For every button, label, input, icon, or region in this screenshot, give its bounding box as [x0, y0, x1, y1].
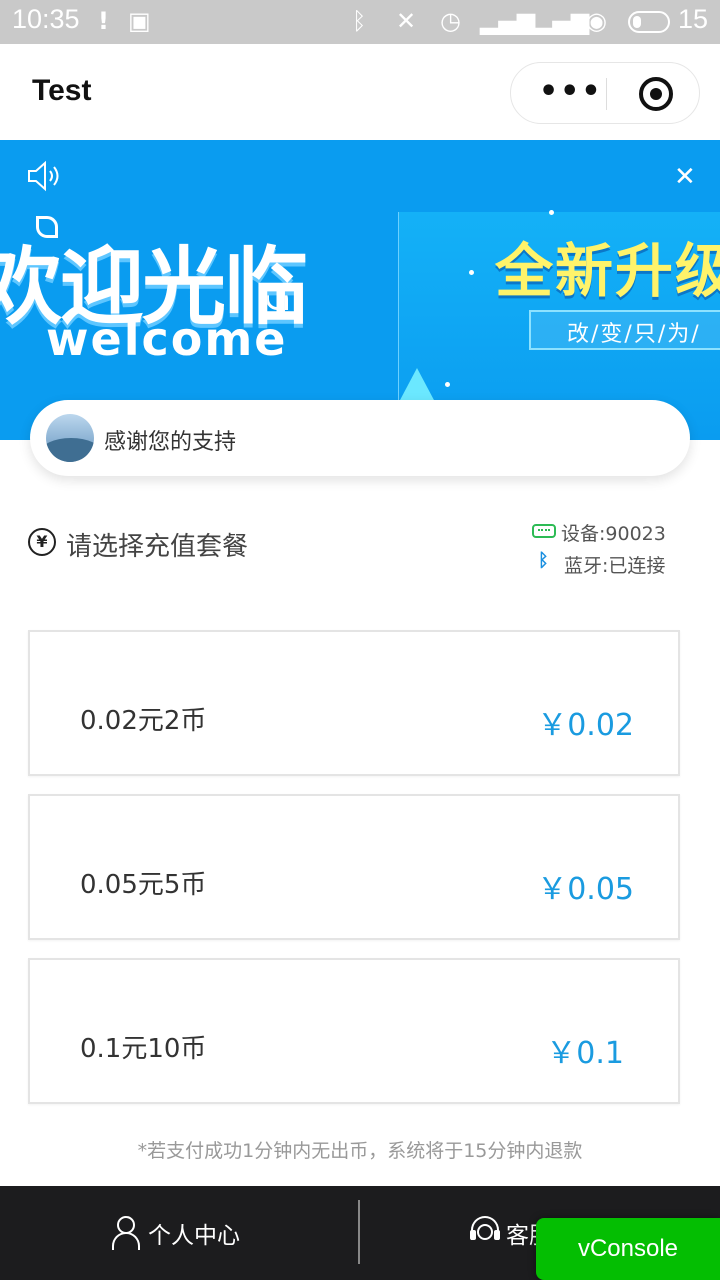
battery-icon [628, 11, 670, 33]
alert-icon: ! [98, 7, 109, 35]
tab-divider [358, 1200, 360, 1264]
package-price: ￥0.02 [537, 708, 634, 743]
alarm-icon: ◷ [440, 7, 461, 35]
upgrade-text: 全新升级 [495, 237, 720, 305]
yen-icon: ¥ [28, 528, 56, 556]
status-time: 10:35 [12, 4, 80, 34]
avatar [46, 414, 94, 462]
bluetooth-status-icon: ᛒ [538, 550, 549, 571]
package-name: 0.02元2币 [80, 706, 207, 736]
page-title: Test [32, 74, 92, 107]
notice-card: 感谢您的支持 [30, 400, 690, 476]
speaker-icon[interactable] [26, 160, 62, 192]
sparkle-dot [549, 210, 554, 215]
package-option[interactable]: 0.05元5币 ￥0.05 [28, 794, 680, 940]
image-icon: ▣ [128, 7, 151, 35]
sparkle-dot [445, 382, 450, 387]
user-icon [112, 1216, 140, 1250]
slogan-text: 改/变/只/为/ [567, 322, 701, 347]
capsule-divider [606, 78, 607, 110]
tab-personal-label: 个人中心 [148, 1223, 240, 1249]
package-option[interactable]: 0.02元2币 ￥0.02 [28, 630, 680, 776]
nav-bar: Test ••• [0, 44, 720, 140]
package-name: 0.05元5币 [80, 870, 207, 900]
bluetooth-status: 蓝牙:已连接 [564, 555, 666, 577]
hd-icon: ◉ [586, 7, 607, 35]
close-icon[interactable]: ✕ [674, 162, 696, 192]
welcome-banner[interactable]: ✕ 欢迎光临 welcome 全新升级 改/变/只/为/ [0, 140, 720, 440]
battery-level: 15 [678, 4, 709, 34]
device-icon [532, 524, 556, 538]
bluetooth-icon: ᛒ [352, 7, 367, 35]
more-icon[interactable]: ••• [539, 77, 603, 107]
signal-icon: ▂▄▆ [534, 7, 590, 35]
package-price: ￥0.05 [537, 872, 634, 907]
package-price: ￥0.1 [546, 1036, 624, 1071]
mini-program-capsule: ••• [510, 62, 700, 124]
triangle-decoration [399, 368, 435, 402]
package-name: 0.1元10币 [80, 1034, 207, 1064]
notice-text: 感谢您的支持 [104, 430, 237, 455]
welcome-text-en: welcome [46, 312, 288, 366]
headset-icon [470, 1216, 500, 1248]
vconsole-button[interactable]: vConsole [536, 1218, 720, 1280]
close-target-icon[interactable] [639, 77, 673, 111]
status-bar: 10:35 ! ▣ ᛒ ✕ ◷ ▂▄▆ ▂▄▆ ◉ 15 [0, 0, 720, 44]
package-option[interactable]: 0.1元10币 ￥0.1 [28, 958, 680, 1104]
mute-icon: ✕ [396, 7, 417, 35]
device-id: 设备:90023 [561, 523, 666, 545]
sparkle-dot [469, 270, 474, 275]
recharge-title: 请选择充值套餐 [66, 532, 249, 562]
slogan-box: 改/变/只/为/ [529, 310, 720, 350]
signal-4g-icon: ▂▄▆ [480, 7, 536, 35]
refund-note: *若支付成功1分钟内无出币，系统将于15分钟内退款 [137, 1140, 583, 1162]
